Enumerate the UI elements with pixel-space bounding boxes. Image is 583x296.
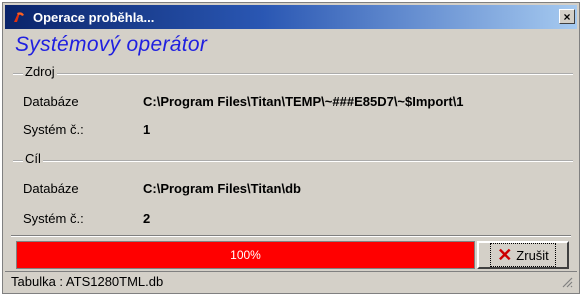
dialog-heading: Systémový operátor [15, 33, 208, 56]
source-group: Zdroj [13, 64, 573, 153]
source-database-value: C:\Program Files\Titan\TEMP\~###E85D7\~$… [143, 94, 464, 109]
divider [11, 235, 571, 237]
target-database-value: C:\Program Files\Titan\db [143, 181, 301, 196]
target-system-value: 2 [143, 211, 151, 226]
x-icon: ✕ [497, 245, 513, 265]
source-database-row: Databáze C:\Program Files\Titan\TEMP\~##… [23, 94, 464, 109]
source-system-value: 1 [143, 122, 151, 137]
source-legend: Zdroj [23, 64, 57, 79]
status-text: Tabulka : ATS1280TML.db [11, 274, 164, 289]
close-icon: × [563, 9, 571, 24]
status-bar: Tabulka : ATS1280TML.db [5, 271, 577, 291]
target-legend: Cíl [23, 151, 43, 166]
window-title: Operace proběhla... [33, 9, 155, 25]
progress-label: 100% [230, 248, 261, 262]
app-icon [11, 9, 27, 25]
title-bar: Operace proběhla... × [5, 5, 577, 29]
cancel-button[interactable]: ✕ Zrušit [477, 241, 569, 269]
progress-bar: 100% [16, 241, 475, 269]
resize-grip-icon[interactable] [561, 276, 573, 288]
cancel-button-label: Zrušit [516, 247, 549, 263]
target-system-row: Systém č.: 2 [23, 211, 150, 226]
target-database-row: Databáze C:\Program Files\Titan\db [23, 181, 301, 196]
source-system-label: Systém č.: [23, 122, 84, 137]
target-database-label: Databáze [23, 181, 79, 196]
cancel-button-focus: ✕ Zrušit [490, 243, 556, 267]
source-system-row: Systém č.: 1 [23, 122, 150, 137]
source-database-label: Databáze [23, 94, 79, 109]
target-system-label: Systém č.: [23, 211, 84, 226]
close-button[interactable]: × [559, 9, 575, 24]
dialog-window: Operace proběhla... × Systémový operátor… [2, 2, 580, 294]
